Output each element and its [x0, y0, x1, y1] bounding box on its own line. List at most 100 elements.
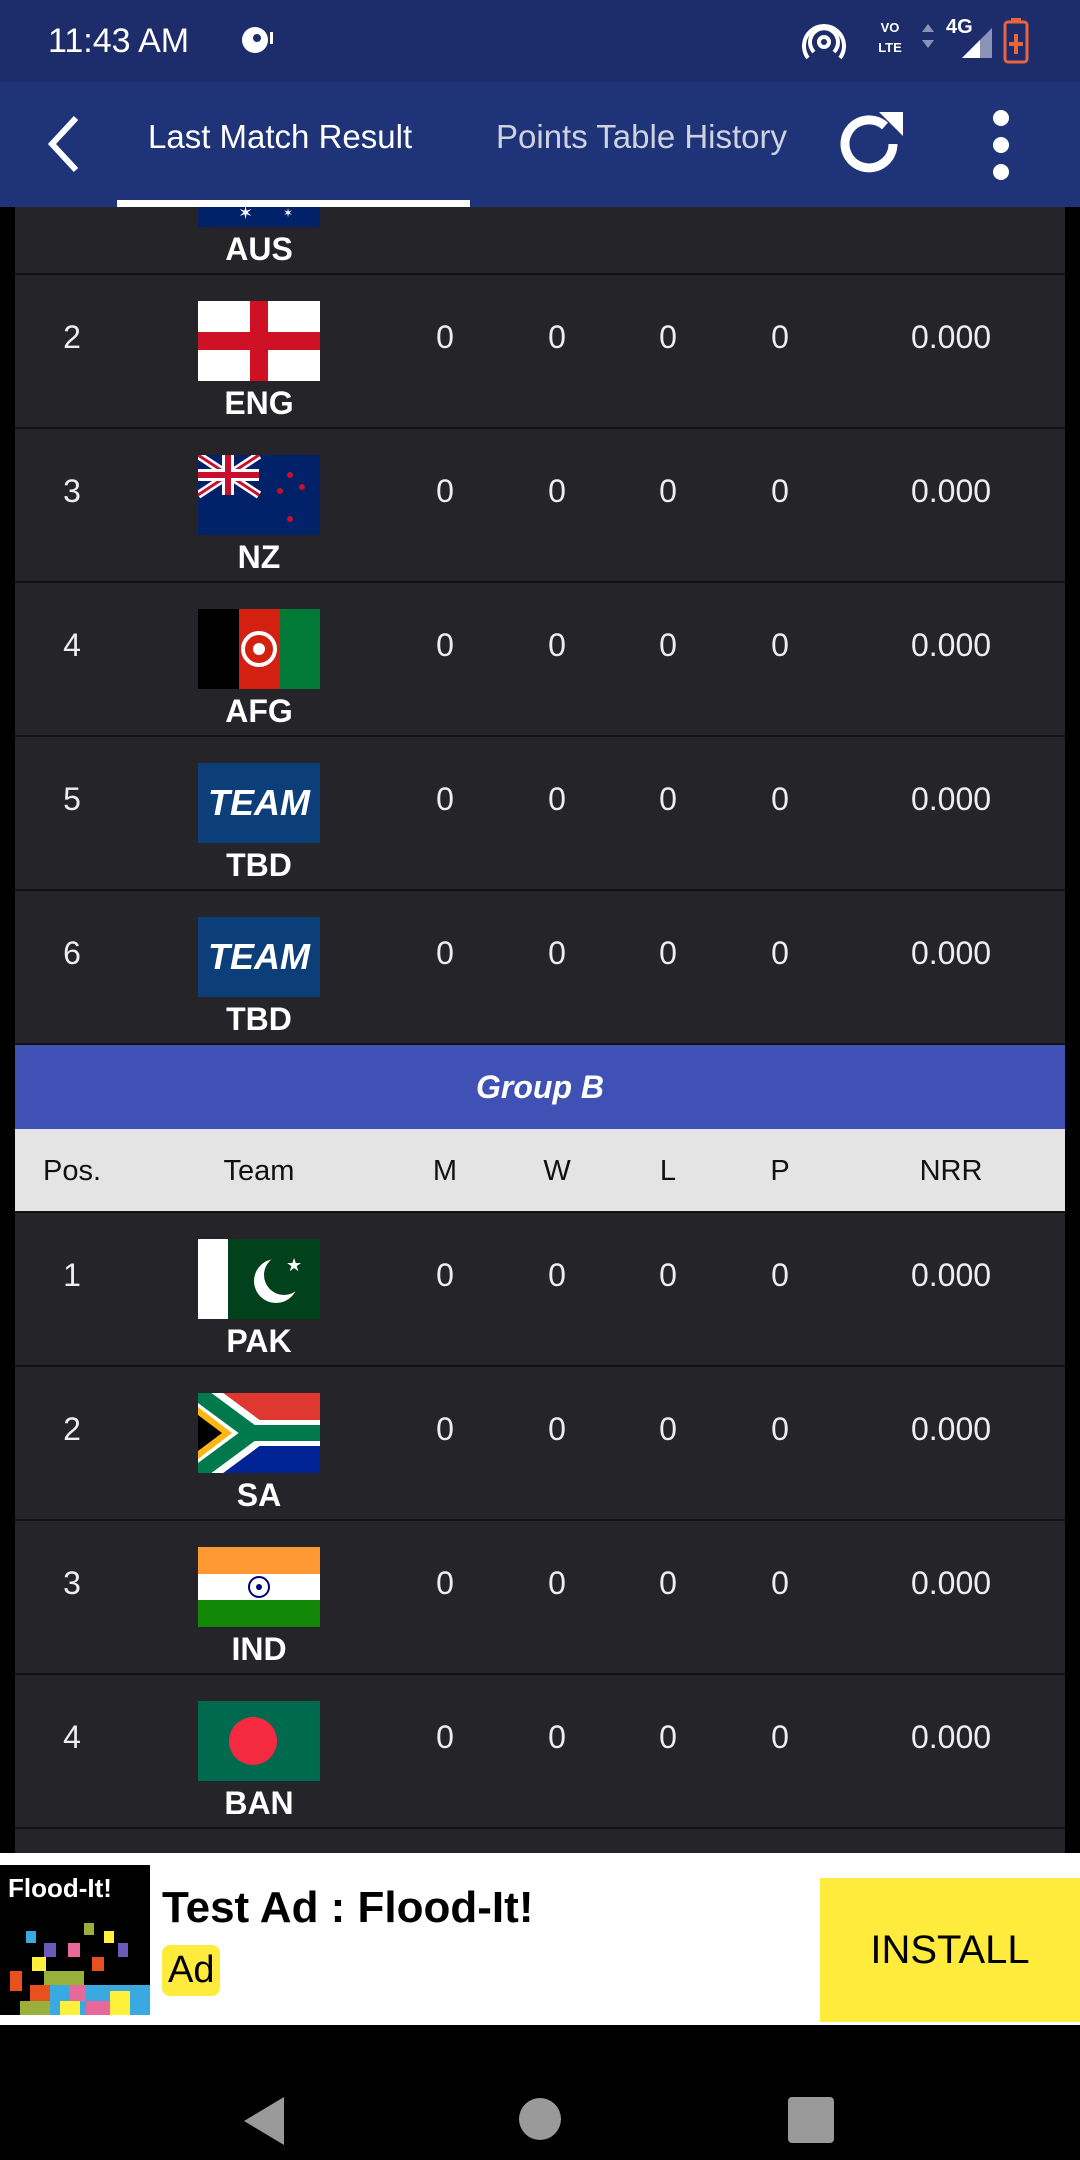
points-table[interactable]: 1 ✶✶ AUS 2 ENG00000.000 3 NZ00000.000 4 … [0, 207, 1080, 1853]
nrr-value: 0.000 [910, 1411, 992, 1447]
l-value: 0 [659, 1719, 677, 1755]
team-name: ENG [224, 385, 294, 421]
clock: 11:43 AM [48, 22, 190, 60]
l-value: 0 [659, 935, 677, 971]
p-value: 0 [771, 319, 789, 355]
table-row[interactable]: 1 ★ PAK 0 0 0 0 0.000 [15, 1213, 1065, 1367]
ad-banner[interactable]: Flood-It! Test Ad : Flood-It! Ad INSTALL [0, 1853, 1080, 2025]
w-value: 0 [548, 473, 566, 509]
nav-back-icon[interactable] [240, 2095, 288, 2147]
table-row[interactable]: 6 TEAM TBD 0 0 0 0 0.000 [15, 891, 1065, 1045]
back-icon[interactable] [40, 112, 84, 176]
svg-text:✶: ✶ [238, 207, 253, 223]
table-row[interactable]: 3 IND 0 0 0 0 0.000 [15, 1521, 1065, 1675]
table-row[interactable]: 4 AFG 0 0 0 0 0.000 [15, 583, 1065, 737]
w-value: 0 [548, 1257, 566, 1293]
p-value: 0 [771, 781, 789, 817]
position: 4 [63, 1719, 81, 1755]
w-value: 0 [548, 319, 566, 355]
nrr-value: 0.000 [910, 1257, 992, 1293]
team-name: AUS [225, 231, 293, 267]
l-value: 0 [659, 1411, 677, 1447]
ad-app-icon: Flood-It! [0, 1865, 150, 2015]
afghanistan-flag-icon [198, 609, 320, 689]
p-value: 0 [771, 1257, 789, 1293]
position: 1 [63, 1257, 81, 1293]
nav-recents-icon[interactable] [788, 2097, 834, 2143]
table-row[interactable] [15, 1829, 1065, 1853]
m-value: 0 [436, 1411, 454, 1447]
header-w: W [543, 1155, 571, 1187]
team-name: IND [231, 1631, 287, 1667]
table-row[interactable]: 2 SA 0 0 0 0 0.000 [15, 1367, 1065, 1521]
team-name: TBD [226, 847, 292, 883]
p-value: 0 [771, 935, 789, 971]
nrr-value: 0.000 [910, 1719, 992, 1755]
m-value: 0 [436, 1719, 454, 1755]
position: 6 [63, 935, 81, 971]
nrr-value: 0.000 [910, 1565, 992, 1601]
svg-text:TEAM: TEAM [208, 782, 311, 823]
l-value: 0 [659, 319, 677, 355]
position: 2 [63, 319, 81, 355]
table-header: Pos. Team M W L P NRR [15, 1129, 1065, 1213]
india-flag-icon [198, 1547, 320, 1627]
refresh-icon[interactable] [835, 106, 909, 182]
w-value: 0 [548, 935, 566, 971]
header-p: P [770, 1155, 790, 1187]
new-zealand-flag-icon [198, 455, 320, 535]
team-name: TBD [226, 1001, 292, 1037]
table-row[interactable]: 1 ✶✶ AUS [15, 207, 1065, 275]
notification-icon [242, 27, 273, 53]
navigation-bar [0, 2025, 1080, 2160]
nrr-value: 0.000 [910, 935, 992, 971]
team-name: PAK [226, 1323, 292, 1359]
active-tab-indicator [117, 200, 470, 207]
svg-text:★: ★ [286, 1255, 302, 1275]
table-row[interactable]: 2 ENG 0 0 0 0 0.000 [15, 275, 1065, 429]
w-value: 0 [548, 781, 566, 817]
england-flag-icon [198, 301, 320, 381]
table-row[interactable]: 5 TEAM TBD 0 0 0 0 0.000 [15, 737, 1065, 891]
table-row[interactable]: 4 BAN 0 0 0 0 0.000 [15, 1675, 1065, 1829]
tab-last-match-result[interactable]: Last Match Result [148, 118, 412, 156]
svg-text:TEAM: TEAM [208, 936, 311, 977]
nrr-value: 0.000 [910, 627, 992, 663]
ad-title[interactable]: Test Ad : Flood-It! [162, 1883, 533, 1933]
header-team: Team [223, 1155, 295, 1187]
south-africa-flag-icon [198, 1393, 320, 1473]
m-value: 0 [436, 781, 454, 817]
position: 3 [63, 1565, 81, 1601]
l-value: 0 [659, 473, 677, 509]
nav-home-icon[interactable] [518, 2097, 562, 2141]
m-value: 0 [436, 935, 454, 971]
m-value: 0 [436, 319, 454, 355]
nrr-value: 0.000 [910, 473, 992, 509]
team-flag-icon: TEAM [198, 917, 320, 997]
install-button[interactable]: INSTALL [820, 1878, 1080, 2022]
volte-icon: VO LTE [878, 20, 902, 55]
position: 5 [63, 781, 81, 817]
nrr-value: 0.000 [910, 781, 992, 817]
team-name: NZ [237, 539, 281, 575]
l-value: 0 [659, 781, 677, 817]
w-value: 0 [548, 1719, 566, 1755]
australia-flag-icon: ✶ ✶ [198, 207, 320, 227]
bangladesh-flag-icon [198, 1701, 320, 1781]
m-value: 0 [436, 1565, 454, 1601]
w-value: 0 [548, 1411, 566, 1447]
table-row[interactable]: 3 NZ 0 0 0 0 0.000 [15, 429, 1065, 583]
team-flag-icon: TEAM [198, 763, 320, 843]
p-value: 0 [771, 1565, 789, 1601]
tab-points-table-history[interactable]: Points Table History [496, 118, 787, 156]
p-value: 0 [771, 473, 789, 509]
group-b-header: Group B [15, 1045, 1065, 1129]
battery-icon [1003, 18, 1029, 64]
l-value: 0 [659, 1257, 677, 1293]
app-bar: Last Match Result Points Table History [0, 82, 1080, 207]
l-value: 0 [659, 627, 677, 663]
team-name: SA [236, 1477, 282, 1513]
p-value: 0 [771, 1719, 789, 1755]
more-options-icon[interactable] [986, 108, 1016, 182]
position: 2 [63, 1411, 81, 1447]
